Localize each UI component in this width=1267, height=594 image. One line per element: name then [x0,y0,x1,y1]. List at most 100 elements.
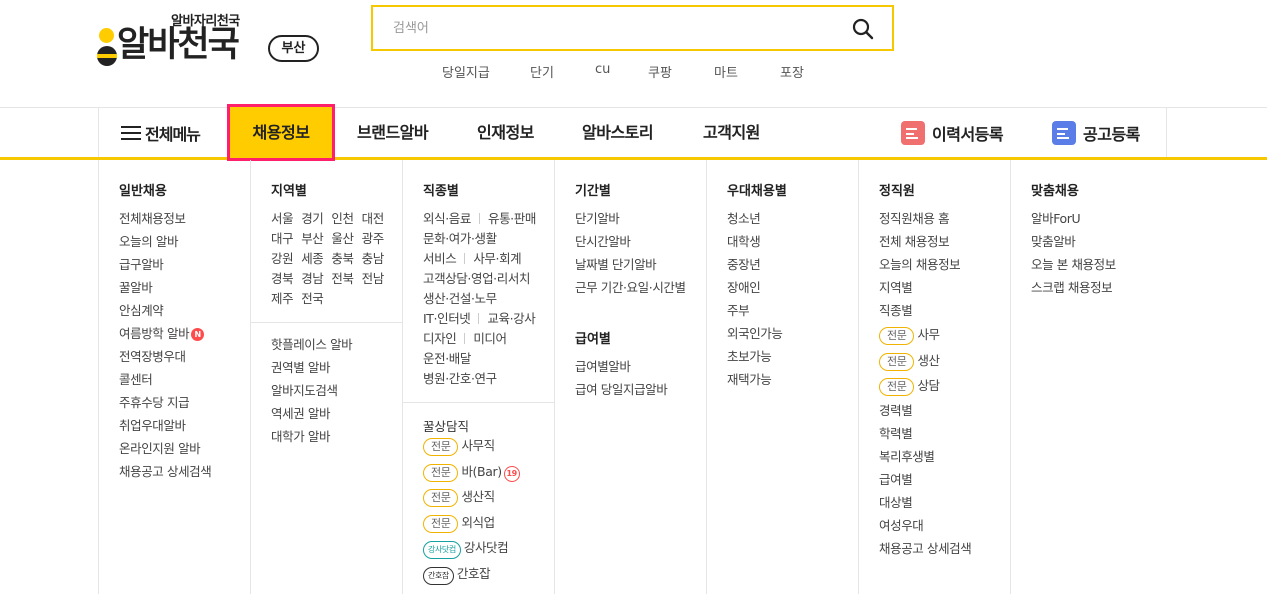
logo[interactable]: 알바자리천국 알바천국 부산 [97,8,327,72]
pro-link[interactable]: 전문 생산 [879,352,971,378]
menu-link[interactable]: 온라인지원 알바 [119,441,211,464]
menu-link[interactable]: 중장년 [727,257,783,280]
menu-link[interactable]: 지역별 [879,280,971,303]
region-link[interactable]: 경기 [301,211,324,226]
all-menu-button[interactable]: 전체메뉴 [121,121,201,145]
job-link[interactable]: 디자인 [423,331,457,346]
nav-item-support[interactable]: 고객지원 [703,108,760,157]
job-link[interactable]: 미디어 [473,331,507,346]
menu-link[interactable]: 날짜별 단기알바 [575,257,686,280]
region-link[interactable]: 충북 [331,251,354,266]
menu-link[interactable]: 급여 당일지급알바 [575,382,668,405]
menu-link[interactable]: 단시간알바 [575,234,686,257]
nav-item-story[interactable]: 알바스토리 [582,108,654,157]
honey-link[interactable]: 간호잡 간호잡 [423,565,520,591]
honey-link[interactable]: 강사닷컴 강사닷컴 [423,539,520,565]
menu-link[interactable]: 복리후생별 [879,449,971,472]
region-link[interactable]: 전북 [331,271,354,286]
job-link[interactable]: IT·인터넷 [423,311,471,326]
keyword-link[interactable]: cu [595,62,610,77]
keyword-link[interactable]: 마트 [714,62,738,81]
nav-item-brand[interactable]: 브랜드알바 [357,108,429,157]
region-link[interactable]: 대구 [271,231,294,246]
job-post-button[interactable]: 공고등록 [1052,120,1140,146]
job-link[interactable]: 고객상담·영업·리서치 [423,271,530,286]
job-link[interactable]: 문화·여가·생활 [423,231,497,246]
menu-link[interactable]: 주부 [727,303,783,326]
menu-link[interactable]: 전체 채용정보 [879,234,971,257]
menu-link[interactable]: 주휴수당 지급 [119,395,211,418]
region-link[interactable]: 부산 [301,231,324,246]
keyword-link[interactable]: 쿠팡 [648,62,672,81]
menu-link[interactable]: 전역장병우대 [119,349,211,372]
search-input[interactable] [381,15,841,41]
job-link[interactable]: 사무·회계 [473,251,521,266]
menu-link[interactable]: 여성우대 [879,518,971,541]
menu-link[interactable]: 급여별알바 [575,359,667,382]
menu-link[interactable]: 경력별 [879,403,971,426]
region-link[interactable]: 충남 [362,251,385,266]
menu-link[interactable]: 장애인 [727,280,783,303]
region-link[interactable]: 전남 [362,271,385,286]
menu-link[interactable]: 전체채용정보 [119,211,211,234]
menu-link[interactable]: 근무 기간·요일·시간별 [575,280,686,303]
pro-link[interactable]: 전문 상담 [879,377,971,403]
region-link[interactable]: 경북 [271,271,294,286]
honey-link[interactable]: 전문 사무직 [423,437,520,463]
region-link[interactable]: 광주 [362,231,385,246]
menu-link[interactable]: 권역별 알바 [271,360,352,383]
menu-link[interactable]: 콜센터 [119,372,211,395]
menu-link[interactable]: 꿀알바 [119,280,211,303]
job-link[interactable]: 교육·강사 [487,311,535,326]
menu-link[interactable]: 정직원채용 홈 [879,211,971,234]
search-icon[interactable] [852,18,874,40]
pro-link[interactable]: 전문 사무 [879,326,971,352]
region-link[interactable]: 인천 [331,211,354,226]
menu-link[interactable]: 대상별 [879,495,971,518]
resume-register-button[interactable]: 이력서등록 [901,120,1004,146]
region-badge[interactable]: 부산 [268,35,319,62]
honey-link[interactable]: 전문 외식업 [423,514,520,540]
menu-link[interactable]: 역세권 알바 [271,406,352,429]
menu-link[interactable]: 청소년 [727,211,783,234]
keyword-link[interactable]: 단기 [530,62,554,81]
honey-link[interactable]: 전문 바(Bar) 19 [423,463,520,489]
menu-link[interactable]: 취업우대알바 [119,418,211,441]
job-link[interactable]: 생산·건설·노무 [423,291,497,306]
keyword-link[interactable]: 포장 [780,62,804,81]
menu-link-summer[interactable]: 여름방학 알바 N [119,326,211,349]
job-link[interactable]: 운전·배달 [423,351,471,366]
job-link[interactable]: 유통·판매 [488,211,536,226]
region-link[interactable]: 대전 [362,211,385,226]
keyword-link[interactable]: 당일지급 [442,62,490,81]
menu-link[interactable]: 대학가 알바 [271,429,352,452]
menu-link[interactable]: 직종별 [879,303,971,326]
region-link[interactable]: 제주 [271,291,294,306]
region-link[interactable]: 서울 [271,211,294,226]
menu-link[interactable]: 급구알바 [119,257,211,280]
menu-link[interactable]: 안심계약 [119,303,211,326]
region-link[interactable]: 경남 [301,271,324,286]
menu-link[interactable]: 핫플레이스 알바 [271,337,353,360]
nav-item-talent[interactable]: 인재정보 [477,108,534,157]
menu-link[interactable]: 외국인가능 [727,326,783,349]
menu-link[interactable]: 오늘의 알바 [119,234,211,257]
region-link[interactable]: 울산 [331,231,354,246]
menu-link[interactable]: 학력별 [879,426,971,449]
job-link[interactable]: 병원·간호·연구 [423,371,497,386]
menu-link[interactable]: 오늘의 채용정보 [879,257,971,280]
menu-link[interactable]: 채용공고 상세검색 [879,541,972,564]
region-link[interactable]: 강원 [271,251,294,266]
region-link[interactable]: 세종 [301,251,324,266]
menu-link[interactable]: 재택가능 [727,372,783,395]
menu-link[interactable]: 알바지도검색 [271,383,352,406]
menu-link[interactable]: 오늘 본 채용정보 [1031,257,1116,280]
menu-link[interactable]: 스크랩 채용정보 [1031,280,1116,303]
job-link[interactable]: 서비스 [423,251,457,266]
region-link[interactable]: 전국 [301,291,324,306]
menu-link[interactable]: 맞춤알바 [1031,234,1116,257]
nav-item-jobs[interactable]: 채용정보 [227,104,335,161]
menu-link[interactable]: 급여별 [879,472,971,495]
honey-link[interactable]: 전문 생산직 [423,488,520,514]
menu-link[interactable]: 단기알바 [575,211,686,234]
